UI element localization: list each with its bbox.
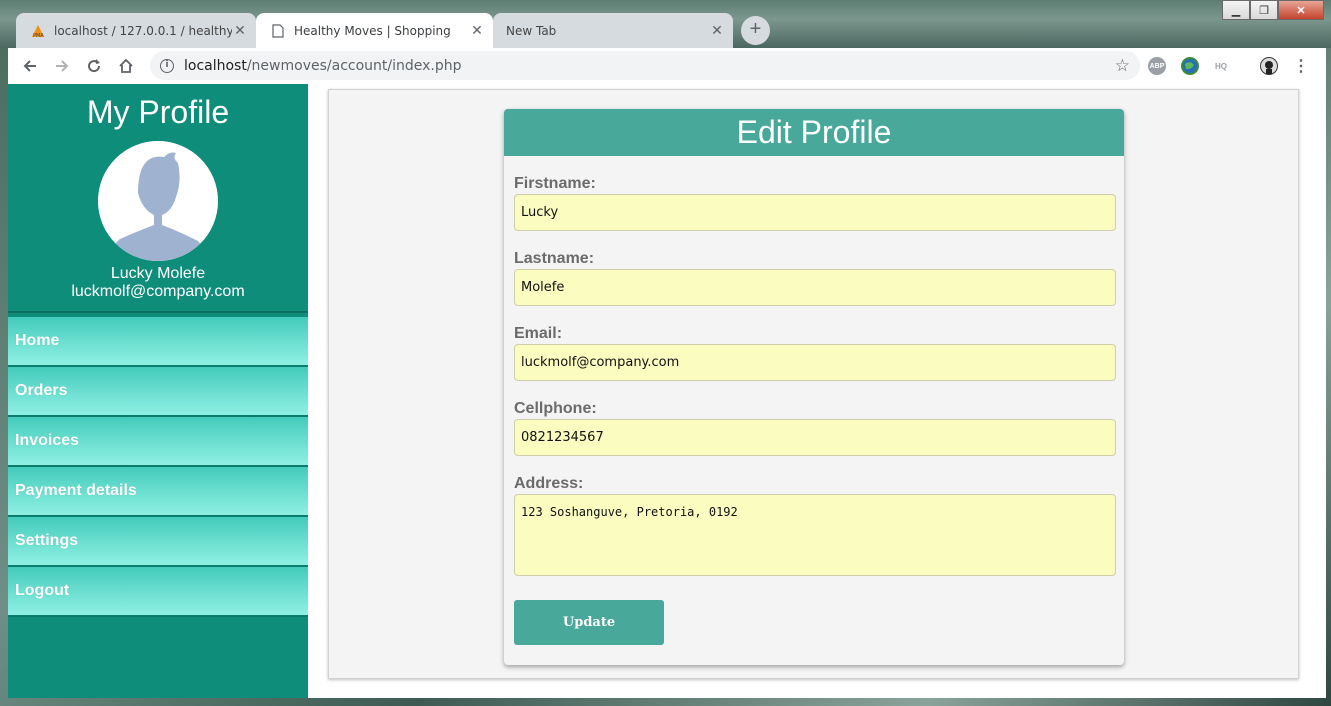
adblock-extension-icon[interactable]: ABP	[1148, 57, 1166, 75]
forward-arrow-icon[interactable]	[46, 50, 78, 82]
email-field[interactable]	[514, 344, 1116, 381]
info-icon[interactable]: i	[160, 58, 174, 73]
cellphone-label: Cellphone:	[514, 400, 597, 417]
home-icon[interactable]	[110, 50, 142, 82]
url-path: /newmoves/account/index.php	[246, 57, 462, 74]
phpmyadmin-icon: PMA	[30, 23, 46, 39]
tab-title: New Tab	[506, 23, 557, 38]
page-viewport: My Profile Lucky Molefe luckmolf@company…	[8, 84, 1326, 698]
sidebar-item-payment-details[interactable]: Payment details	[8, 467, 308, 517]
tab-title: localhost / 127.0.0.1 / healthymo	[54, 23, 232, 38]
lastname-input[interactable]	[514, 269, 1116, 306]
sidebar-item-invoices[interactable]: Invoices	[8, 417, 308, 467]
new-tab-button[interactable]: +	[741, 16, 770, 45]
close-icon[interactable]: ✕	[469, 23, 485, 39]
cellphone-input[interactable]	[514, 419, 1116, 456]
firstname-label: Firstname:	[514, 175, 596, 192]
tab-new-tab[interactable]: New Tab ✕	[493, 13, 733, 48]
page-icon	[270, 23, 286, 39]
tab-healthy-moves[interactable]: Healthy Moves | Shopping ✕	[256, 13, 493, 48]
card-title: Edit Profile	[504, 109, 1124, 156]
browser-toolbar: i localhost/newmoves/account/index.php ☆…	[8, 48, 1326, 84]
reload-icon[interactable]	[78, 50, 110, 82]
sidebar-title: My Profile	[86, 94, 230, 130]
email-label: Email:	[514, 325, 563, 342]
sidebar-item-orders[interactable]: Orders	[8, 367, 308, 417]
globe-extension-icon[interactable]	[1181, 57, 1199, 75]
close-icon[interactable]: ✕	[709, 23, 725, 39]
close-window-button[interactable]: ✕	[1278, 0, 1324, 20]
address-bar[interactable]: i localhost/newmoves/account/index.php ☆	[150, 51, 1140, 80]
user-email: luckmolf@company.com	[71, 283, 245, 300]
sidebar-menu: Home Orders Invoices Payment details Set…	[8, 317, 308, 617]
back-arrow-icon[interactable]	[14, 50, 46, 82]
bookmark-star-icon[interactable]: ☆	[1115, 56, 1130, 76]
address-label: Address:	[514, 475, 584, 492]
sidebar-item-logout[interactable]: Logout	[8, 567, 308, 617]
update-button[interactable]: Update	[514, 600, 664, 645]
tab-title: Healthy Moves | Shopping	[294, 23, 451, 38]
sidebar-divider	[8, 311, 308, 313]
address-textarea[interactable]: 123 Soshanguve, Pretoria, 0192	[514, 494, 1116, 576]
main-content: Edit Profile Firstname: Lastname: Email:…	[328, 89, 1299, 679]
profile-sidebar: My Profile Lucky Molefe luckmolf@company…	[8, 84, 308, 698]
cloudhq-extension-icon[interactable]: HQ	[1212, 57, 1230, 75]
avatar-icon[interactable]	[1260, 57, 1278, 75]
menu-kebab-icon[interactable]: ⋮	[1292, 57, 1310, 75]
edit-profile-card: Edit Profile Firstname: Lastname: Email:…	[504, 109, 1124, 665]
close-icon[interactable]: ✕	[232, 23, 248, 39]
url-host: localhost	[184, 57, 247, 74]
maximize-button[interactable]: ❐	[1250, 0, 1278, 20]
svg-text:PMA: PMA	[33, 33, 44, 39]
sidebar-item-settings[interactable]: Settings	[8, 517, 308, 567]
user-silhouette-icon	[98, 141, 218, 261]
minimize-button[interactable]: ▁	[1222, 0, 1250, 20]
firstname-input[interactable]	[514, 194, 1116, 231]
tab-phpmyadmin[interactable]: PMA localhost / 127.0.0.1 / healthymo ✕	[16, 13, 256, 48]
lastname-label: Lastname:	[514, 250, 595, 267]
browser-titlebar: PMA localhost / 127.0.0.1 / healthymo ✕ …	[0, 0, 1331, 48]
avatar	[98, 141, 218, 261]
sidebar-item-home[interactable]: Home	[8, 317, 308, 367]
user-name: Lucky Molefe	[110, 265, 206, 282]
